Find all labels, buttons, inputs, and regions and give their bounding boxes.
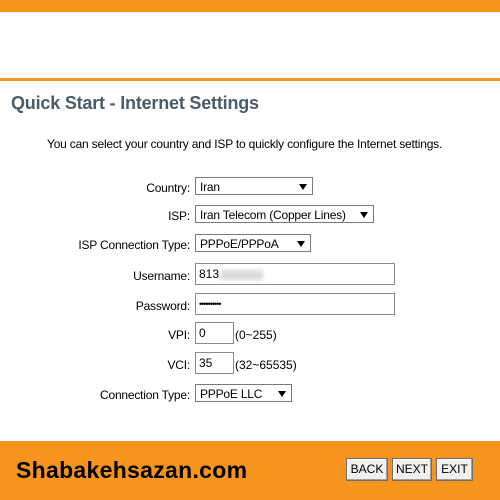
page-title: Quick Start - Internet Settings (11, 93, 259, 113)
next-button[interactable]: NEXT (392, 458, 432, 481)
header-divider (0, 78, 500, 81)
chevron-down-icon (278, 391, 286, 397)
password-input[interactable]: •••••••••• (195, 293, 395, 315)
vpi-range-hint: (0~255) (235, 328, 277, 342)
password-row: Password: •••••••••• (0, 293, 500, 317)
vpi-value: 0 (199, 326, 206, 340)
vpi-row: VPI: 0 (0~255) (0, 322, 500, 346)
chevron-down-icon (299, 184, 307, 190)
redacted-blur (221, 269, 264, 280)
username-input[interactable]: 813 (195, 263, 395, 285)
chevron-down-icon (360, 212, 368, 218)
password-label: Password: (135, 299, 190, 313)
isp-connection-type-value: PPPoE/PPPoA (200, 237, 279, 251)
connection-type-row: Connection Type: PPPoE LLC (0, 384, 500, 406)
chevron-down-icon (297, 241, 305, 247)
username-value: 813 (199, 267, 220, 281)
isp-connection-type-label: ISP Connection Type: (78, 238, 190, 252)
brand-watermark: Shabakehsazan.com (16, 457, 248, 483)
vci-label: VCI: (167, 358, 190, 372)
back-button[interactable]: BACK (346, 458, 388, 481)
connection-type-select[interactable]: PPPoE LLC (195, 384, 292, 402)
isp-select[interactable]: Iran Telecom (Copper Lines) (195, 205, 374, 223)
connection-type-value: PPPoE LLC (200, 387, 263, 401)
vci-row: VCI: 35 (32~65535) (0, 352, 500, 376)
isp-connection-type-select[interactable]: PPPoE/PPPoA (195, 234, 311, 252)
vci-input[interactable]: 35 (195, 352, 234, 374)
isp-row: ISP: Iran Telecom (Copper Lines) (0, 205, 500, 227)
password-value: •••••••••• (199, 299, 221, 309)
connection-type-label: Connection Type: (100, 388, 190, 402)
country-select[interactable]: Iran (195, 177, 313, 195)
username-row: Username: 813 (0, 263, 500, 287)
country-label: Country: (146, 181, 190, 195)
country-row: Country: Iran (0, 177, 500, 199)
page-description: You can select your country and ISP to q… (47, 137, 443, 151)
vci-range-hint: (32~65535) (235, 358, 297, 372)
vci-value: 35 (199, 356, 213, 370)
isp-value: Iran Telecom (Copper Lines) (200, 208, 346, 222)
isp-connection-type-row: ISP Connection Type: PPPoE/PPPoA (0, 234, 500, 256)
username-label: Username: (133, 269, 190, 283)
footer-bar: Shabakehsazan.com BACK NEXT EXIT (0, 441, 500, 500)
top-accent-bar (0, 0, 500, 12)
isp-label: ISP: (168, 209, 190, 223)
country-value: Iran (200, 180, 220, 194)
vpi-input[interactable]: 0 (195, 322, 234, 344)
vpi-label: VPI: (168, 328, 190, 342)
exit-button[interactable]: EXIT (436, 458, 473, 481)
